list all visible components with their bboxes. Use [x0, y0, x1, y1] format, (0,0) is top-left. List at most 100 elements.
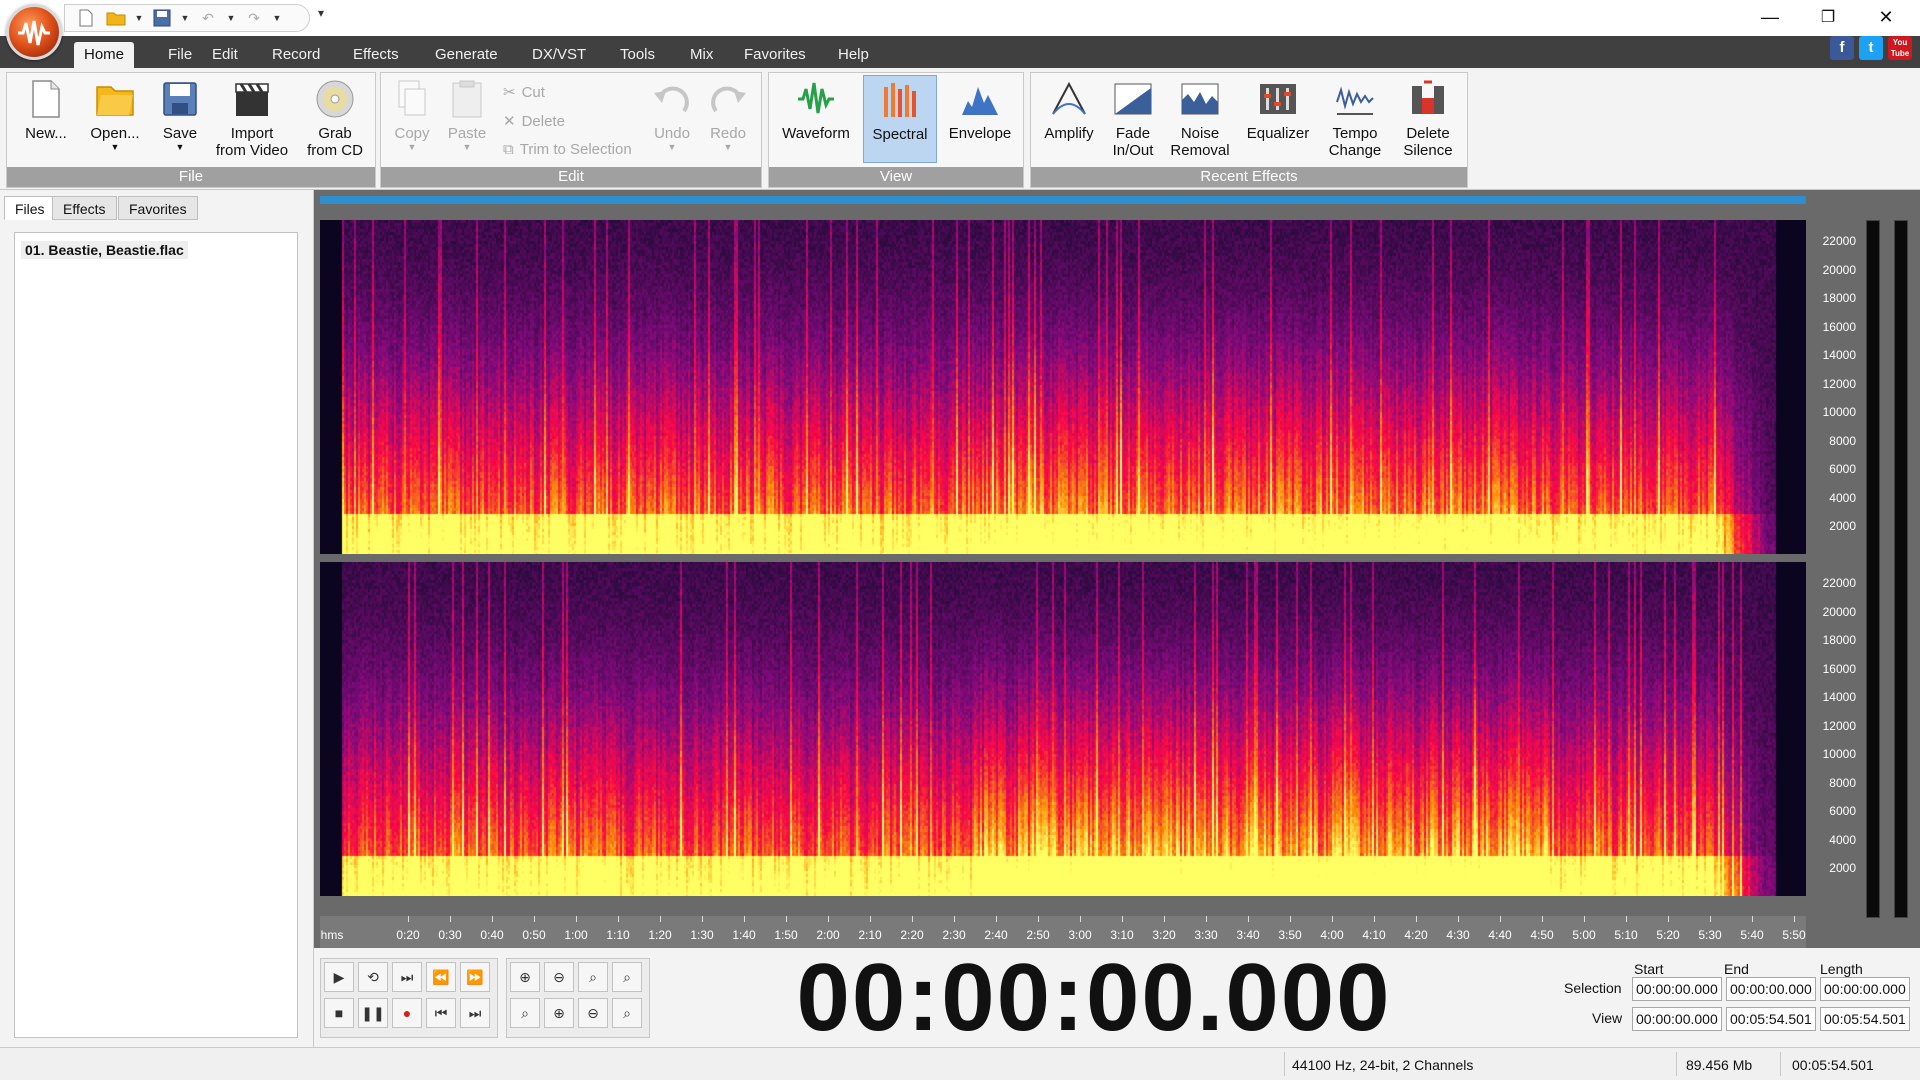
undo-icon[interactable]: ↶ — [195, 7, 221, 29]
copy-button[interactable]: Copy ▼ — [387, 77, 437, 152]
level-meter-right — [1894, 220, 1908, 918]
new-file-icon[interactable] — [73, 7, 99, 29]
tab-mix[interactable]: Mix — [680, 42, 723, 68]
zoom-selection-icon[interactable]: ⌕ — [510, 998, 540, 1028]
youtube-icon[interactable]: You Tube — [1888, 36, 1912, 60]
zoom-in-vertical-icon[interactable]: ⊕ — [544, 998, 574, 1028]
tempo-icon — [1333, 77, 1377, 121]
fast-forward-icon[interactable]: ⏩ — [460, 962, 490, 992]
tab-dxvst[interactable]: DX/VST — [522, 42, 596, 68]
chevron-down-icon[interactable]: ▼ — [133, 13, 145, 23]
panel-tab-effects[interactable]: Effects — [52, 196, 117, 220]
new-button[interactable]: New... — [15, 77, 77, 142]
stop-icon[interactable]: ■ — [324, 998, 354, 1028]
panel-tab-files[interactable]: Files — [4, 196, 56, 220]
zoom-in-icon[interactable]: ⊕ — [510, 962, 540, 992]
hz-tick-label: 22000 — [1822, 234, 1856, 248]
save-button[interactable]: Save ▼ — [153, 77, 207, 152]
open-button[interactable]: Open... ▼ — [83, 77, 147, 152]
delete-silence-button[interactable]: Delete Silence — [1393, 77, 1463, 159]
zoom-full-icon[interactable]: ⌕ — [578, 962, 608, 992]
chevron-down-icon[interactable]: ▼ — [271, 13, 283, 23]
time-unit-label: hms — [320, 928, 344, 942]
tab-home[interactable]: Home — [74, 42, 135, 68]
time-tick-label: 0:30 — [438, 928, 462, 942]
fade-in-out-button[interactable]: Fade In/Out — [1103, 77, 1163, 159]
file-size-status: 89.456 Mb — [1686, 1057, 1753, 1073]
tab-edit[interactable]: Edit — [202, 42, 248, 68]
twitter-icon[interactable]: t — [1859, 36, 1883, 60]
save-icon[interactable] — [149, 7, 175, 29]
noise-removal-icon — [1178, 77, 1222, 121]
status-bar: 44100 Hz, 24-bit, 2 Channels 89.456 Mb 0… — [0, 1047, 1920, 1080]
tempo-change-button[interactable]: Tempo Change — [1321, 77, 1389, 159]
title-bar: ▼ ▼ ↶ ▼ ↷ ▼ ▾ — ❐ ✕ — [0, 0, 1920, 36]
selection-end-field[interactable]: 00:00:00.000 — [1726, 977, 1816, 1001]
time-tick-label: 1:50 — [774, 928, 798, 942]
app-menu-button[interactable] — [6, 4, 62, 60]
overview-scrollbar[interactable] — [320, 196, 1806, 204]
paste-button[interactable]: Paste ▼ — [441, 77, 493, 152]
zoom-fit-icon[interactable]: ⌕ — [612, 998, 642, 1028]
trim-to-selection-button[interactable]: ⧉ Trim to Selection — [503, 141, 632, 158]
waveform-view-button[interactable]: Waveform — [777, 77, 855, 142]
hz-tick-label: 12000 — [1822, 376, 1856, 391]
list-item[interactable]: 01. Beastie, Beastie.flac — [21, 241, 188, 259]
quick-access-toolbar: ▼ ▼ ↶ ▼ ↷ ▼ — [64, 4, 310, 32]
hz-tick-label: 2000 — [1829, 519, 1856, 533]
pause-icon[interactable]: ❚❚ — [358, 998, 388, 1028]
play-icon[interactable]: ▶ — [324, 962, 354, 992]
view-end-field[interactable]: 00:05:54.501 — [1726, 1007, 1816, 1031]
open-folder-icon[interactable] — [103, 7, 129, 29]
import-from-video-button[interactable]: Import from Video — [211, 77, 293, 159]
spectrum-channel-right[interactable] — [320, 562, 1806, 896]
open-folder-icon — [93, 77, 137, 121]
time-tick-label: 2:00 — [816, 928, 840, 942]
view-start-field[interactable]: 00:00:00.000 — [1632, 1007, 1722, 1031]
chevron-down-icon[interactable]: ▼ — [225, 13, 237, 23]
spectral-view[interactable]: Hz 2200020000180001600014000120001000080… — [314, 190, 1920, 948]
panel-tab-favorites[interactable]: Favorites — [118, 196, 198, 220]
minimize-button[interactable]: — — [1742, 0, 1798, 34]
chevron-down-icon[interactable]: ▼ — [179, 13, 191, 23]
spectrum-channel-left[interactable] — [320, 220, 1806, 554]
tab-effects[interactable]: Effects — [343, 42, 409, 68]
zoom-vertical-icon[interactable]: ⌕ — [612, 962, 642, 992]
rewind-icon[interactable]: ⏪ — [426, 962, 456, 992]
file-list[interactable]: 01. Beastie, Beastie.flac — [14, 232, 298, 1038]
tab-generate[interactable]: Generate — [425, 42, 508, 68]
redo-button[interactable]: Redo ▼ — [703, 77, 753, 152]
tab-record[interactable]: Record — [262, 42, 330, 68]
time-tick-label: 3:50 — [1278, 928, 1302, 942]
loop-icon[interactable]: ⟲ — [358, 962, 388, 992]
spectral-view-button[interactable]: Spectral — [863, 75, 937, 163]
cut-button[interactable]: ✂ Cut — [503, 83, 545, 102]
play-to-end-icon[interactable]: ⏭ — [392, 962, 422, 992]
go-to-end-icon[interactable]: ⏭ — [460, 998, 490, 1028]
envelope-view-button[interactable]: Envelope — [941, 77, 1019, 142]
noise-removal-button[interactable]: Noise Removal — [1165, 77, 1235, 159]
selection-start-field[interactable]: 00:00:00.000 — [1632, 977, 1722, 1001]
grab-from-cd-button[interactable]: Grab from CD — [299, 77, 371, 159]
amplify-button[interactable]: Amplify — [1037, 77, 1101, 142]
equalizer-button[interactable]: Equalizer — [1241, 77, 1315, 142]
view-length-field[interactable]: 00:05:54.501 — [1820, 1007, 1910, 1031]
redo-icon[interactable]: ↷ — [241, 7, 267, 29]
delete-button[interactable]: ✕ Delete — [503, 112, 565, 131]
time-tick-label: 0:50 — [522, 928, 546, 942]
undo-button[interactable]: Undo ▼ — [647, 77, 697, 152]
tab-help[interactable]: Help — [828, 42, 879, 68]
close-button[interactable]: ✕ — [1858, 0, 1914, 34]
facebook-icon[interactable]: f — [1830, 36, 1854, 60]
tab-tools[interactable]: Tools — [610, 42, 665, 68]
zoom-out-icon[interactable]: ⊖ — [544, 962, 574, 992]
customize-toolbar-icon[interactable]: ▾ — [318, 6, 324, 20]
tab-file[interactable]: File — [158, 42, 202, 68]
record-icon[interactable]: ● — [392, 998, 422, 1028]
zoom-out-vertical-icon[interactable]: ⊖ — [578, 998, 608, 1028]
tab-favorites[interactable]: Favorites — [734, 42, 816, 68]
selection-length-field[interactable]: 00:00:00.000 — [1820, 977, 1910, 1001]
go-to-start-icon[interactable]: ⏮ — [426, 998, 456, 1028]
hz-tick-label: 18000 — [1822, 291, 1856, 305]
restore-button[interactable]: ❐ — [1800, 0, 1856, 34]
